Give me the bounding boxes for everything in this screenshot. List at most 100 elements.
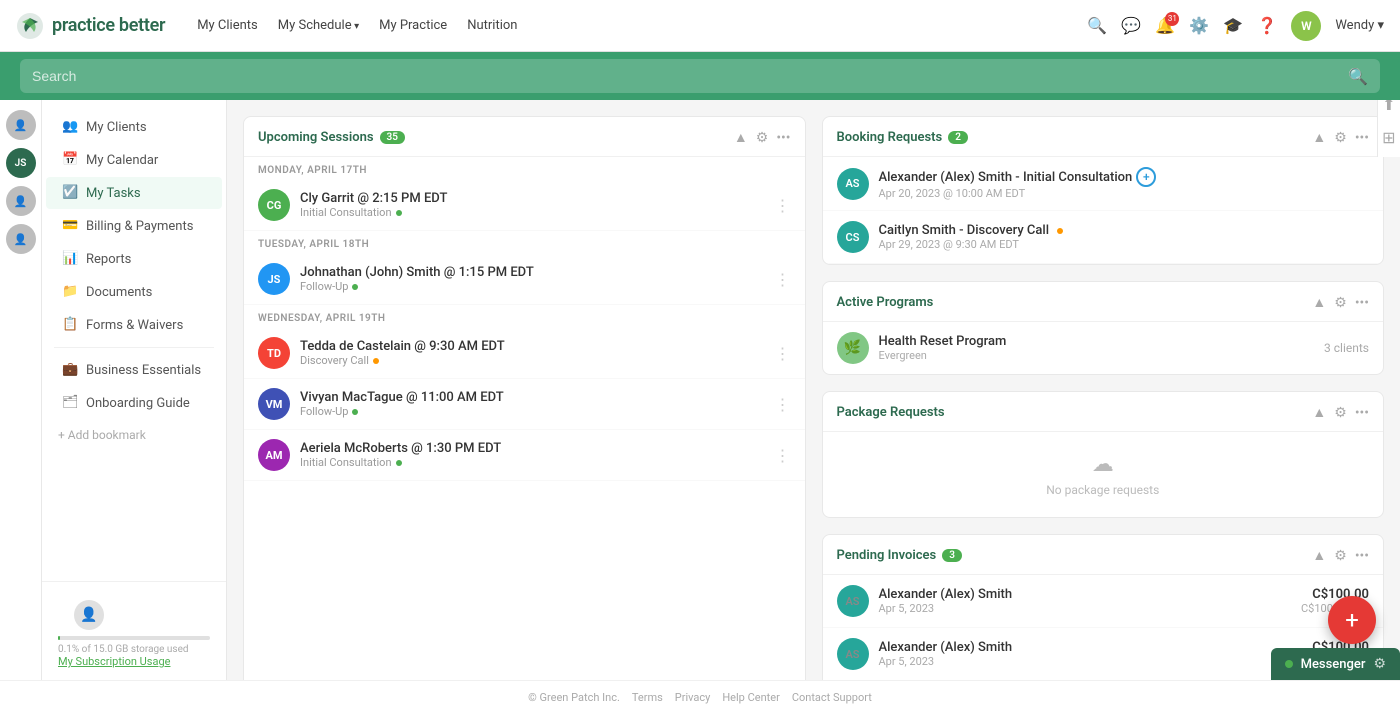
nav-links: My Clients My Schedule My Practice Nutri… [197, 18, 1063, 33]
pending-invoices-actions: ▲ ⚙ ••• [1312, 547, 1369, 564]
avatar-item-js[interactable]: JS [6, 148, 36, 178]
sidebar-item-documents[interactable]: 📁 Documents [46, 276, 222, 308]
logo-icon [16, 12, 44, 40]
user-name[interactable]: Wendy ▾ [1335, 18, 1384, 33]
footer-help[interactable]: Help Center [722, 691, 780, 704]
left-avatars-panel: 👤 JS 👤 👤 [0, 100, 42, 680]
sidebar-nav: 👥 My Clients 📅 My Calendar ☑️ My Tasks 💳… [42, 100, 227, 460]
sidebar-label-my-clients: My Clients [86, 120, 147, 135]
settings-packages-icon[interactable]: ⚙ [1334, 405, 1347, 421]
collapse-booking-icon[interactable]: ▲ [1312, 129, 1326, 146]
footer-contact[interactable]: Contact Support [792, 691, 872, 704]
program-avatar: 🌿 [837, 332, 869, 364]
more-packages-icon[interactable]: ••• [1355, 405, 1369, 421]
program-info: Health Reset Program Evergreen [879, 334, 1315, 362]
sidebar-item-reports[interactable]: 📊 Reports [46, 243, 222, 275]
add-bookmark[interactable]: + Add bookmark [42, 420, 226, 450]
date-label-wednesday: WEDNESDAY, APRIL 19TH [244, 305, 805, 328]
nav-my-practice[interactable]: My Practice [379, 18, 447, 33]
session-type-tedda: Discovery Call [300, 354, 765, 367]
sidebar-item-billing[interactable]: 💳 Billing & Payments [46, 210, 222, 242]
reports-icon: 📊 [62, 251, 78, 267]
session-avatar-vm: VM [258, 388, 290, 420]
search-submit-icon[interactable]: 🔍 [1348, 67, 1368, 86]
session-type-cly: Initial Consultation [300, 206, 765, 219]
session-type-vivyan: Follow-Up [300, 405, 765, 418]
session-info-john: Johnathan (John) Smith @ 1:15 PM EDT Fol… [300, 265, 765, 293]
upcoming-sessions-title: Upcoming Sessions 35 [258, 130, 734, 145]
subscription-link[interactable]: My Subscription Usage [58, 655, 210, 668]
session-menu-aeriela[interactable]: ⋮ [775, 446, 791, 465]
dot-green-aeriela [396, 460, 402, 466]
sidebar-separator [54, 347, 214, 348]
search-bar: 🔍 [0, 52, 1400, 100]
settings-booking-icon[interactable]: ⚙ [1334, 130, 1347, 146]
session-type-aeriela: Initial Consultation [300, 456, 765, 469]
booking-avatar-cs: CS [837, 221, 869, 253]
active-programs-title: Active Programs [837, 295, 1313, 310]
sidebar-item-my-tasks[interactable]: ☑️ My Tasks [46, 177, 222, 209]
footer-privacy[interactable]: Privacy [675, 691, 711, 704]
right-grid-icon[interactable]: ⊞ [1382, 128, 1395, 147]
sidebar-item-forms[interactable]: 📋 Forms & Waivers [46, 309, 222, 341]
session-menu-vivyan[interactable]: ⋮ [775, 395, 791, 414]
session-name-aeriela: Aeriela McRoberts @ 1:30 PM EDT [300, 441, 765, 456]
sidebar-label-my-tasks: My Tasks [86, 186, 141, 201]
avatar-item[interactable]: 👤 [6, 110, 36, 140]
account-icon[interactable]: 👤 [74, 600, 104, 630]
session-avatar-am: AM [258, 439, 290, 471]
chat-icon[interactable]: 💬 [1121, 16, 1141, 36]
notifications-icon[interactable]: 🔔 31 [1155, 16, 1175, 36]
fab-button[interactable]: + [1328, 596, 1376, 644]
session-info-aeriela: Aeriela McRoberts @ 1:30 PM EDT Initial … [300, 441, 765, 469]
settings-programs-icon[interactable]: ⚙ [1334, 295, 1347, 311]
user-avatar[interactable]: W [1291, 11, 1321, 41]
help-icon[interactable]: ❓ [1257, 16, 1277, 36]
more-invoices-icon[interactable]: ••• [1355, 548, 1369, 564]
more-icon[interactable]: ••• [776, 130, 790, 146]
logo[interactable]: practice better [16, 12, 165, 40]
forms-icon: 📋 [62, 317, 78, 333]
sidebar-item-onboarding[interactable]: 🗂 Onboarding Guide [46, 387, 222, 419]
session-menu-john[interactable]: ⋮ [775, 270, 791, 289]
collapse-packages-icon[interactable]: ▲ [1312, 404, 1326, 421]
logo-text: practice better [52, 15, 165, 36]
messenger-bar[interactable]: Messenger ⚙ [1271, 648, 1400, 680]
storage-text: 0.1% of 15.0 GB storage used [58, 644, 210, 655]
nav-nutrition[interactable]: Nutrition [467, 18, 517, 33]
booking-item-alex: AS Alexander (Alex) Smith - Initial Cons… [823, 157, 1384, 211]
invoice-name-alex1: Alexander (Alex) Smith [879, 587, 1292, 602]
booking-dot-orange [1057, 228, 1063, 234]
nav-my-clients[interactable]: My Clients [197, 18, 258, 33]
dot-green-vivyan [352, 409, 358, 415]
more-programs-icon[interactable]: ••• [1355, 295, 1369, 311]
collapse-programs-icon[interactable]: ▲ [1312, 294, 1326, 311]
settings-invoices-icon[interactable]: ⚙ [1334, 548, 1347, 564]
session-name-john: Johnathan (John) Smith @ 1:15 PM EDT [300, 265, 765, 280]
apps-icon[interactable]: 🎓 [1223, 16, 1243, 36]
more-booking-icon[interactable]: ••• [1355, 130, 1369, 146]
search-input[interactable] [32, 68, 1340, 84]
collapse-icon[interactable]: ▲ [734, 129, 748, 146]
session-menu-cly[interactable]: ⋮ [775, 196, 791, 215]
nav-my-schedule[interactable]: My Schedule [278, 18, 359, 33]
settings-icon[interactable]: ⚙️ [1189, 16, 1209, 36]
search-icon[interactable]: 🔍 [1087, 16, 1107, 36]
settings-widget-icon[interactable]: ⚙ [756, 130, 769, 146]
footer-copy: © Green Patch Inc. [528, 691, 620, 704]
sidebar-item-my-clients[interactable]: 👥 My Clients [46, 111, 222, 143]
session-item-vivyan: VM Vivyan MacTague @ 11:00 AM EDT Follow… [244, 379, 805, 430]
sidebar-item-my-calendar[interactable]: 📅 My Calendar [46, 144, 222, 176]
footer-terms[interactable]: Terms [632, 691, 663, 704]
avatar-item-3[interactable]: 👤 [6, 224, 36, 254]
collapse-invoices-icon[interactable]: ▲ [1312, 547, 1326, 564]
messenger-settings-icon[interactable]: ⚙ [1373, 656, 1386, 672]
sidebar-item-business[interactable]: 💼 Business Essentials [46, 354, 222, 386]
search-input-wrap[interactable]: 🔍 [20, 59, 1380, 93]
booking-plus-icon[interactable]: + [1136, 167, 1156, 187]
avatar-item-2[interactable]: 👤 [6, 186, 36, 216]
session-menu-tedda[interactable]: ⋮ [775, 344, 791, 363]
invoice-info-alex1: Alexander (Alex) Smith Apr 5, 2023 [879, 587, 1292, 615]
program-sub: Evergreen [879, 349, 1315, 362]
package-requests-header: Package Requests ▲ ⚙ ••• [823, 392, 1384, 432]
